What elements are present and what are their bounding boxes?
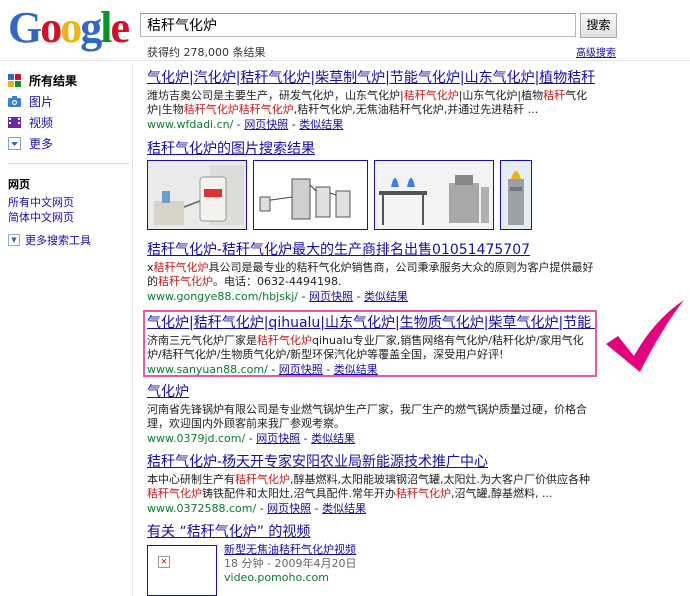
image-thumbnails — [147, 160, 532, 230]
sidebar-divider-vertical — [132, 64, 133, 596]
result-url-line: www.gongye88.com/hbjskj/ - 网页快照 - 类似结果 — [147, 290, 408, 303]
advanced-search-link[interactable]: 高级搜索 — [576, 44, 616, 59]
sidebar-section-title: 网页 — [8, 178, 30, 191]
image-thumbnail[interactable] — [147, 160, 247, 230]
chevron-down-icon — [8, 137, 21, 150]
cache-link[interactable]: 网页快照 — [309, 290, 353, 303]
video-results-header: 有关 “秸秆气化炉” 的视频 — [147, 524, 595, 541]
result-url-line: www.0372588.com/ - 网页快照 - 类似结果 — [147, 502, 367, 515]
cache-link[interactable]: 网页快照 — [267, 502, 311, 515]
video-thumbnail[interactable]: ✕ — [147, 545, 217, 596]
search-result: 秸秆气化炉-杨天开专家安阳农业局新能源技术推广中心 本中心研制生产有秸秆气化炉,… — [147, 454, 595, 516]
film-icon — [8, 116, 21, 129]
similar-link[interactable]: 类似结果 — [364, 290, 408, 303]
video-results-title-link[interactable]: 有关 “秸秆气化炉” 的视频 — [147, 524, 595, 541]
video-meta: 18 分钟 - 2009年4月20日 — [224, 557, 357, 570]
camera-icon — [8, 95, 21, 108]
cache-link[interactable]: 网页快照 — [256, 432, 300, 445]
search-result: 气化炉|汽化炉|秸秆气化炉|柴草制气炉|节能气化炉|山东气化炉|植物秸秆 ...… — [147, 70, 595, 132]
search-input[interactable]: 秸秆气化炉 — [140, 13, 576, 37]
video-source: video.pomoho.com — [224, 571, 330, 584]
search-button[interactable]: 搜索 — [580, 13, 617, 38]
broken-image-icon: ✕ — [158, 556, 170, 568]
more-search-tools-link[interactable]: ▼ 更多搜索工具 — [8, 232, 132, 248]
image-thumbnail[interactable] — [374, 160, 494, 230]
result-title-link[interactable]: 秸秆气化炉-杨天开专家安阳农业局新能源技术推广中心 — [147, 454, 595, 471]
cache-link[interactable]: 网页快照 — [244, 118, 288, 131]
result-snippet: 河南省先锋锅炉有限公司是专业燃气锅炉生产厂家，我厂生产的燃气锅炉质量过硬，价格合… — [147, 403, 587, 430]
google-logo[interactable]: Google — [8, 4, 130, 52]
result-url: www.0372588.com/ — [147, 502, 257, 515]
chevron-down-icon: ▼ — [8, 234, 20, 246]
image-results-header: 秸秆气化炉的图片搜索结果 — [147, 141, 595, 158]
result-title-link[interactable]: 气化炉 — [147, 384, 595, 401]
sidebar-link-simplified-chinese[interactable]: 简体中文网页 — [8, 210, 132, 225]
image-thumbnail[interactable] — [253, 160, 368, 230]
video-title-link[interactable]: 新型无焦油秸秆气化炉视频 — [224, 543, 356, 557]
result-title-link[interactable]: 气化炉|汽化炉|秸秆气化炉|柴草制气炉|节能气化炉|山东气化炉|植物秸秆 ... — [147, 70, 595, 87]
result-title-link[interactable]: 秸秆气化炉-秸秆气化炉最大的生产商排名出售01051475707 — [147, 242, 595, 259]
result-stats: 获得约 278,000 条结果 — [147, 46, 266, 59]
video-info: 新型无焦油秸秆气化炉视频 18 分钟 - 2009年4月20日 video.po… — [224, 543, 356, 585]
image-thumbnail[interactable] — [500, 160, 532, 230]
sidebar-item-videos[interactable]: 视频 — [8, 112, 132, 133]
similar-link[interactable]: 类似结果 — [299, 118, 343, 131]
all-results-icon — [8, 74, 21, 87]
result-url: www.0379jd.com/ — [147, 432, 246, 445]
sidebar: 所有结果 图片 视频 更多 网页 所有中文网页 简体中文网页 ▼ 更多搜索工具 — [8, 70, 132, 248]
similar-link[interactable]: 类似结果 — [322, 502, 366, 515]
similar-link[interactable]: 类似结果 — [311, 432, 355, 445]
sidebar-item-images[interactable]: 图片 — [8, 91, 132, 112]
sidebar-divider — [8, 163, 130, 164]
sidebar-item-more[interactable]: 更多 — [8, 133, 132, 154]
result-url: www.gongye88.com/hbjskj/ — [147, 290, 298, 303]
highlight-box — [143, 310, 597, 377]
result-snippet: 本中心研制生产有秸秆气化炉,醇基燃料,太阳能玻璃钢沼气罐,太阳灶.为大客户厂价供… — [147, 473, 590, 500]
result-snippet: x秸秆气化炉具公司是最专业的秸秆气化炉销售商，公司秉承服务大众的原则为客户提供最… — [147, 261, 594, 288]
sidebar-link-all-chinese[interactable]: 所有中文网页 — [8, 195, 132, 210]
search-result: 秸秆气化炉-秸秆气化炉最大的生产商排名出售01051475707 x秸秆气化炉具… — [147, 242, 595, 304]
header-divider — [0, 60, 690, 61]
sidebar-item-all-results[interactable]: 所有结果 — [8, 70, 132, 91]
result-url-line: www.0379jd.com/ - 网页快照 - 类似结果 — [147, 432, 356, 445]
checkmark-icon — [604, 296, 686, 380]
result-url: www.wfdadi.cn/ — [147, 118, 234, 131]
result-snippet: 潍坊吉奥公司是主要生产，研发气化炉，山东气化炉|秸秆气化炉|山东气化炉|植物秸秆… — [147, 89, 588, 116]
search-result: 气化炉 河南省先锋锅炉有限公司是专业燃气锅炉生产厂家，我厂生产的燃气锅炉质量过硬… — [147, 384, 595, 446]
result-url-line: www.wfdadi.cn/ - 网页快照 - 类似结果 — [147, 118, 344, 131]
image-results-title-link[interactable]: 秸秆气化炉的图片搜索结果 — [147, 141, 595, 158]
